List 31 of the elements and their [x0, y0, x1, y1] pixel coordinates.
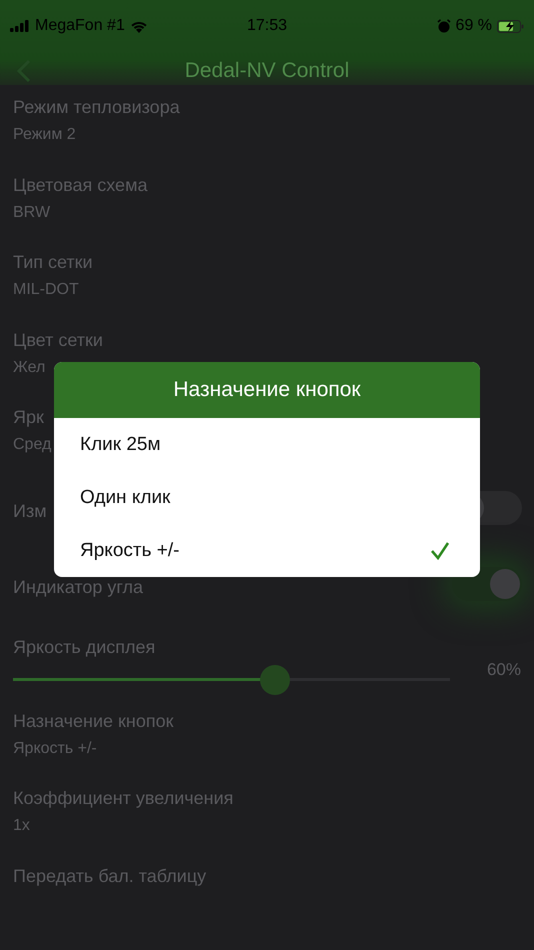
- option-item[interactable]: Клик 25м: [54, 418, 480, 471]
- setting-label: Изм: [13, 500, 47, 522]
- setting-value: 1x: [13, 817, 30, 835]
- setting-value: Яркость +/-: [13, 740, 97, 758]
- setting-label: Тип сетки: [13, 252, 93, 273]
- option-item[interactable]: Один клик: [54, 471, 480, 524]
- slider-reading: 60%: [486, 660, 521, 680]
- option-item[interactable]: Яркость +/-: [54, 524, 480, 577]
- setting-value: Жел: [13, 358, 46, 376]
- clock-time: 17:53: [246, 17, 288, 35]
- carrier-name: MegaFon #1: [35, 17, 125, 35]
- setting-value: Режим 2: [13, 126, 76, 144]
- dialog-title: Назначение кнопок: [54, 362, 480, 418]
- screen-title: Dedal-NV Control: [184, 59, 350, 83]
- setting-label: Яркость дисплея: [13, 636, 156, 658]
- brightness-slider[interactable]: [13, 664, 450, 694]
- setting-value: Сред: [13, 436, 52, 454]
- signal-icon: [10, 20, 30, 32]
- battery-charging-icon: [497, 20, 524, 32]
- setting-label: Цвет сетки: [13, 330, 103, 350]
- setting-label: Ярк: [13, 407, 44, 428]
- wifi-icon: [130, 20, 148, 32]
- alarm-icon: [436, 19, 451, 33]
- setting-value: MIL-DOT: [13, 281, 79, 299]
- setting-label: Цветовая схема: [13, 174, 148, 196]
- setting-label: Коэффициент увеличения: [13, 788, 234, 809]
- setting-value: BRW: [13, 204, 50, 222]
- setting-label: Индикатор угла: [13, 576, 144, 598]
- setting-label: Режим тепловизора: [13, 97, 180, 118]
- battery-percent: 69 %: [456, 17, 492, 35]
- setting-label: Назначение кнопок: [13, 710, 174, 732]
